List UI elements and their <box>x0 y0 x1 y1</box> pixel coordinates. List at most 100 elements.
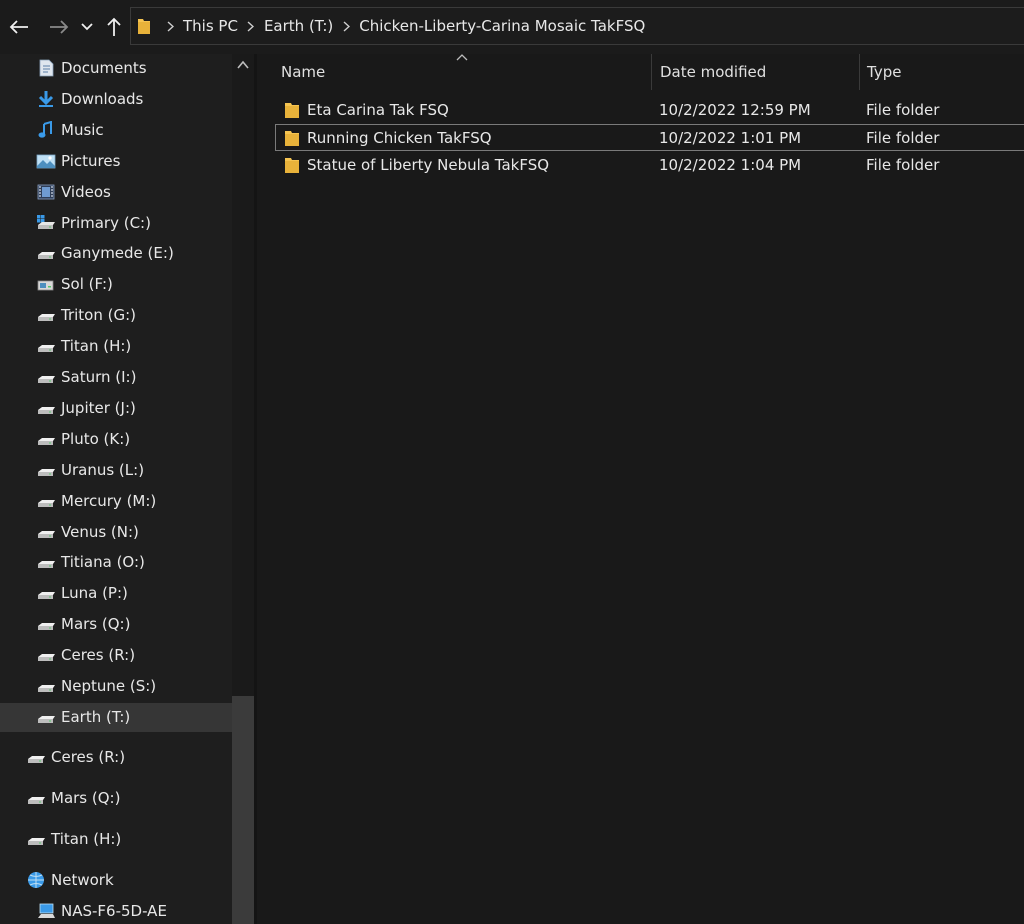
column-header-date-modified[interactable]: Date modified <box>660 54 766 90</box>
sidebar-item-label: Mercury (M:) <box>61 491 157 510</box>
drive-icon <box>36 492 56 510</box>
drive-icon <box>36 244 56 262</box>
drive-icon <box>36 646 56 664</box>
drive-icon <box>36 306 56 324</box>
column-header-name[interactable]: Name <box>281 54 325 90</box>
network-icon <box>26 871 46 889</box>
drive-icon <box>36 461 56 479</box>
sidebar-item-label: Ganymede (E:) <box>61 244 174 263</box>
sidebar-item-label: Downloads <box>61 89 144 108</box>
drive-icon <box>36 677 56 695</box>
sidebar-item-sol-f[interactable]: Sol (F:) <box>0 270 232 299</box>
windows-drive-icon <box>36 214 56 232</box>
sidebar-item-ganymede-e[interactable]: Ganymede (E:) <box>0 239 232 268</box>
computer-icon <box>36 902 56 920</box>
sidebar-item-label: Titiana (O:) <box>61 553 145 572</box>
sidebar-item-documents[interactable]: Documents <box>0 54 232 83</box>
sidebar-item-label: Earth (T:) <box>61 707 131 726</box>
sidebar-item-uranus-l[interactable]: Uranus (L:) <box>0 456 232 485</box>
sidebar-item-luna-p[interactable]: Luna (P:) <box>0 579 232 608</box>
file-row[interactable]: Statue of Liberty Nebula TakFSQ 10/2/2022… <box>275 151 1024 178</box>
column-divider[interactable] <box>651 54 652 90</box>
file-type: File folder <box>866 128 940 147</box>
chevron-down-icon <box>81 23 93 31</box>
arrow-up-icon <box>107 17 121 36</box>
sidebar-item-jupiter-j[interactable]: Jupiter (J:) <box>0 394 232 423</box>
sidebar-item-label: Jupiter (J:) <box>61 398 136 417</box>
sidebar-item-mars-q[interactable]: Mars (Q:) <box>0 784 232 813</box>
back-button[interactable] <box>6 12 32 42</box>
folder-icon <box>285 103 299 118</box>
documents-icon <box>36 59 56 77</box>
folder-icon <box>285 158 299 173</box>
sidebar-item-earth-t[interactable]: Earth (T:) <box>0 702 232 732</box>
music-icon <box>36 120 56 139</box>
sidebar-item-venus-n[interactable]: Venus (N:) <box>0 518 232 547</box>
sidebar-item-label: Ceres (R:) <box>61 646 136 665</box>
sidebar-item-music[interactable]: Music <box>0 116 232 145</box>
file-date-modified: 10/2/2022 1:04 PM <box>659 156 802 174</box>
file-row[interactable]: Eta Carina Tak FSQ 10/2/2022 12:59 PM File… <box>275 96 1024 123</box>
sidebar-item-saturn-i[interactable]: Saturn (I:) <box>0 363 232 392</box>
scroll-up-arrow-icon[interactable] <box>237 60 249 70</box>
recent-locations-button[interactable] <box>76 12 98 42</box>
drive-icon <box>36 584 56 602</box>
address-bar[interactable]: This PC Earth (T:) Chicken-Liberty-Carin… <box>130 7 1024 45</box>
sidebar-item-label: Titan (H:) <box>61 337 132 356</box>
sidebar-item-label: Pluto (K:) <box>61 429 131 448</box>
folder-icon <box>138 19 150 34</box>
breadcrumb-drive[interactable]: Earth (T:) <box>264 17 333 35</box>
arrow-right-icon <box>50 20 69 34</box>
file-name: Running Chicken TakFSQ <box>307 128 492 147</box>
sidebar-item-primary-c[interactable]: Primary (C:) <box>0 209 232 238</box>
sidebar-item-pluto-k[interactable]: Pluto (K:) <box>0 425 232 454</box>
column-divider[interactable] <box>859 54 860 90</box>
sidebar-item-ceres-r[interactable]: Ceres (R:) <box>0 641 232 670</box>
sidebar-item-label: Sol (F:) <box>61 275 113 294</box>
sidebar-item-neptune-s[interactable]: Neptune (S:) <box>0 672 232 701</box>
sidebar-item-videos[interactable]: Videos <box>0 178 232 207</box>
drive-icon <box>36 430 56 448</box>
sidebar-item-mercury-m[interactable]: Mercury (M:) <box>0 487 232 516</box>
downloads-icon <box>36 90 56 108</box>
sidebar-item-label: Mars (Q:) <box>61 615 131 634</box>
drive-icon <box>36 399 56 417</box>
chevron-right-icon[interactable] <box>238 20 264 32</box>
file-date-modified: 10/2/2022 12:59 PM <box>659 101 811 119</box>
column-header-type[interactable]: Type <box>867 54 901 90</box>
sidebar-item-nas-f6-5d-ae[interactable]: NAS-F6-5D-AE <box>0 897 232 924</box>
sort-ascending-icon <box>456 54 468 61</box>
sidebar-item-pictures[interactable]: Pictures <box>0 147 232 176</box>
breadcrumb-this-pc[interactable]: This PC <box>183 17 238 35</box>
drive-icon <box>36 615 56 633</box>
file-type: File folder <box>866 156 940 174</box>
sidebar-item-label: Videos <box>61 182 111 201</box>
sidebar-item-titiana-o[interactable]: Titiana (O:) <box>0 548 232 577</box>
up-button[interactable] <box>101 12 127 42</box>
sidebar-item-label: Primary (C:) <box>61 213 151 232</box>
sidebar-item-label: Music <box>61 120 104 139</box>
sidebar-item-titan-h[interactable]: Titan (H:) <box>0 825 232 854</box>
sidebar-item-label: Luna (P:) <box>61 584 128 603</box>
arrow-left-icon <box>9 20 28 34</box>
breadcrumb-current-folder[interactable]: Chicken-Liberty-Carina Mosaic TakFSQ <box>359 17 645 35</box>
sidebar-item-triton-g[interactable]: Triton (G:) <box>0 301 232 330</box>
sidebar-item-mars-q[interactable]: Mars (Q:) <box>0 610 232 639</box>
sidebar-item-ceres-r[interactable]: Ceres (R:) <box>0 743 232 772</box>
sidebar-item-downloads[interactable]: Downloads <box>0 85 232 114</box>
sidebar-item-label: Triton (G:) <box>61 306 137 325</box>
drive-icon <box>36 368 56 386</box>
sidebar-item-network[interactable]: Network <box>0 866 232 895</box>
forward-button[interactable] <box>46 12 72 42</box>
scrollbar-thumb[interactable] <box>232 696 254 924</box>
navigation-scrollbar[interactable] <box>232 54 254 924</box>
drive-icon <box>36 337 56 355</box>
sidebar-item-label: Neptune (S:) <box>61 677 157 695</box>
chevron-right-icon[interactable] <box>333 20 359 32</box>
chevron-right-icon[interactable] <box>157 20 183 32</box>
sidebar-item-label: Documents <box>61 59 147 77</box>
sidebar-item-titan-h[interactable]: Titan (H:) <box>0 332 232 361</box>
file-row[interactable]: Running Chicken TakFSQ 10/2/2022 1:01 PM F… <box>275 123 1024 151</box>
breadcrumb: This PC Earth (T:) Chicken-Liberty-Carin… <box>157 17 645 35</box>
drive-icon <box>36 523 56 541</box>
